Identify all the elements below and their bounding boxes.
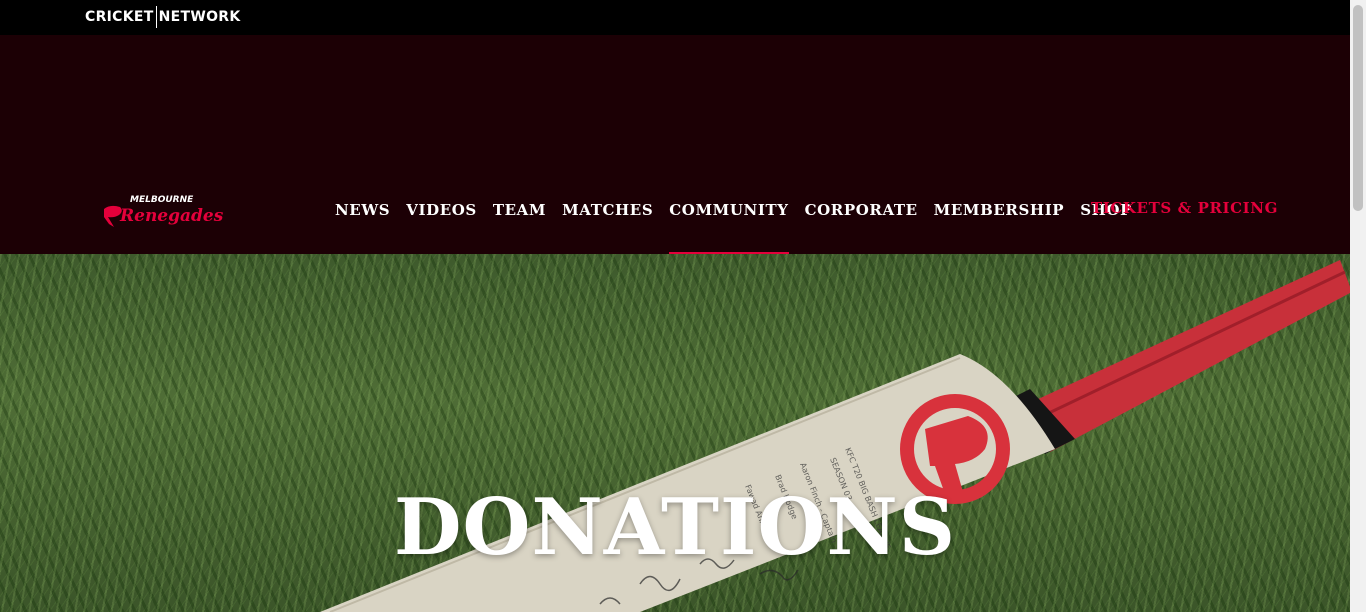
- network-brand-right: NETWORK: [158, 9, 241, 25]
- tickets-pricing-link[interactable]: TICKETS & PRICING: [1091, 199, 1278, 217]
- hero-banner: Aaron Finch - Captain Brad Hodge Fawad A…: [0, 254, 1350, 612]
- nav-matches[interactable]: MATCHES: [554, 198, 661, 254]
- nav-news[interactable]: NEWS: [327, 198, 398, 254]
- page-title: DONATIONS: [393, 482, 957, 573]
- page-scrollbar[interactable]: [1350, 0, 1366, 612]
- logo-top-text: MELBOURNE: [130, 195, 194, 205]
- scrollbar-thumb[interactable]: [1353, 5, 1363, 211]
- nav-videos[interactable]: VIDEOS: [398, 198, 485, 254]
- renegades-logo[interactable]: MELBOURNE Renegades: [100, 193, 230, 233]
- logo-main-text: Renegades: [119, 206, 224, 226]
- nav-team[interactable]: TEAM: [485, 198, 554, 254]
- nav-corporate[interactable]: CORPORATE: [797, 198, 926, 254]
- network-logo-divider: [155, 6, 157, 28]
- main-nav: NEWS VIDEOS TEAM MATCHES COMMUNITY CORPO…: [327, 198, 1140, 254]
- site-header: MELBOURNE Renegades NEWS VIDEOS TEAM MAT…: [0, 35, 1350, 254]
- nav-community[interactable]: COMMUNITY: [661, 198, 796, 254]
- cricket-network-logo[interactable]: CRICKET NETWORK: [85, 6, 241, 28]
- nav-membership[interactable]: MEMBERSHIP: [926, 198, 1073, 254]
- network-brand-left: CRICKET: [85, 9, 154, 25]
- cricket-network-bar: CRICKET NETWORK: [0, 0, 1350, 35]
